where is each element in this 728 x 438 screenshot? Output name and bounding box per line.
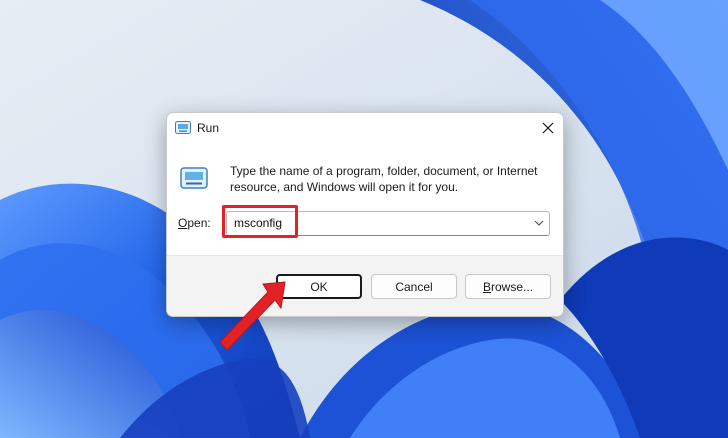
title-bar: Run [167,113,563,143]
close-icon [542,122,554,134]
cancel-button[interactable]: Cancel [371,274,457,299]
open-label-mnemonic: O [178,216,188,230]
run-icon [175,121,191,134]
close-button[interactable] [533,113,563,143]
browse-label: rowse... [491,279,534,294]
browse-mnemonic: B [482,279,491,294]
open-label: Open: [178,216,211,230]
open-label-text: pen: [187,216,211,230]
chevron-down-icon[interactable] [534,218,544,228]
annotation-arrow [219,281,286,351]
run-icon [180,167,208,189]
browse-button[interactable]: Browse... [465,274,551,299]
dialog-title: Run [197,121,220,135]
dialog-description: Type the name of a program, folder, docu… [230,164,538,194]
annotation-highlight-box [222,205,298,238]
